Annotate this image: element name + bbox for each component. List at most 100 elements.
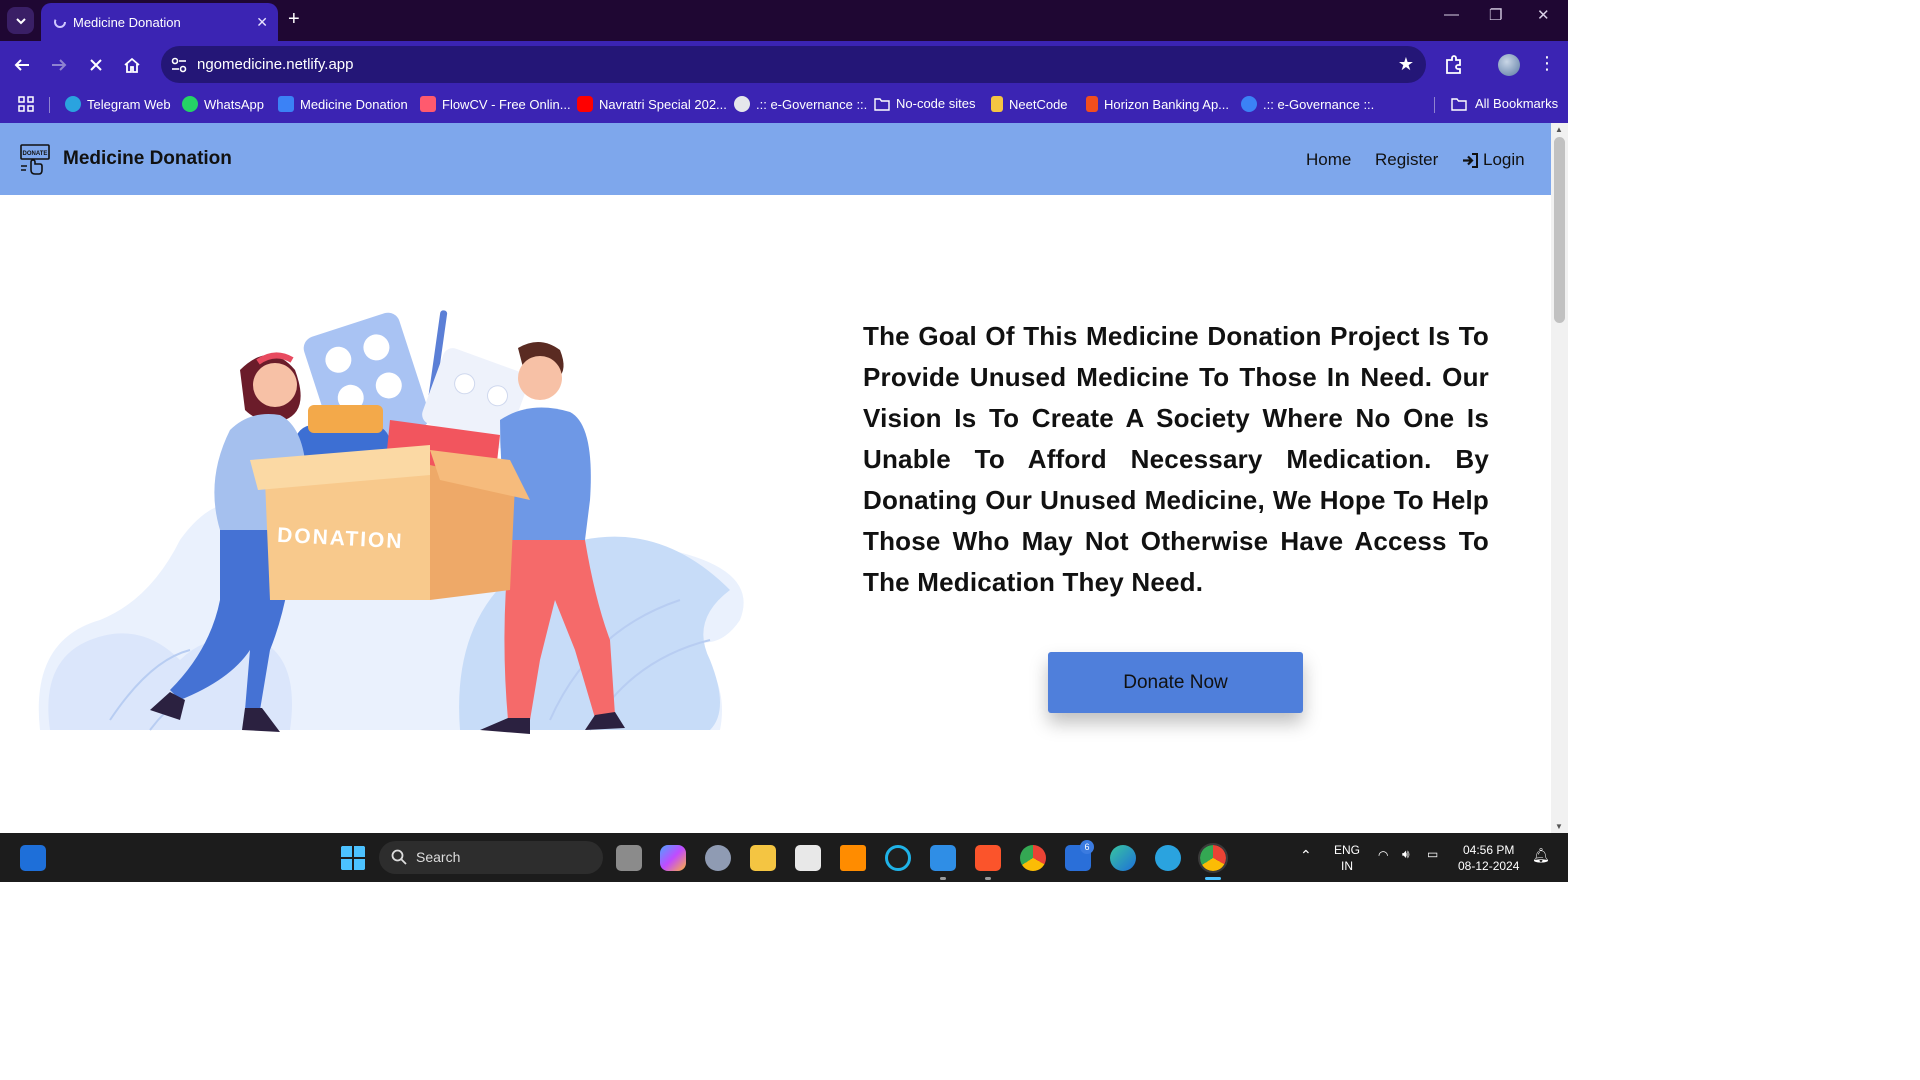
whatsapp-icon (182, 96, 198, 112)
browser-menu-icon[interactable]: ⋮ (1538, 53, 1556, 74)
site-info-icon[interactable] (169, 55, 189, 75)
alexa-icon[interactable] (885, 845, 911, 871)
wifi-icon[interactable]: ◠ (1378, 848, 1388, 862)
bookmark-label: WhatsApp (204, 96, 264, 112)
scrollbar-thumb[interactable] (1554, 137, 1565, 323)
nav-home-link[interactable]: Home (1306, 150, 1351, 170)
bookmark-flowcv[interactable]: FlowCV - Free Onlin... (420, 96, 571, 112)
forward-button[interactable] (47, 53, 71, 77)
donate-hand-icon[interactable]: DONATE (18, 142, 52, 176)
show-hidden-icons-chevron-icon[interactable]: ⌃ (1300, 847, 1312, 864)
bookmark-star-icon[interactable]: ★ (1398, 54, 1414, 75)
windows-start-icon[interactable] (340, 845, 366, 871)
home-button[interactable] (120, 53, 144, 77)
tab-search-button[interactable] (7, 7, 34, 34)
bookmarks-separator (1434, 97, 1435, 113)
folder-icon (874, 97, 890, 111)
sign-in-icon (1463, 152, 1478, 168)
bookmark-folder-no-code-sites[interactable]: No-code sites (874, 96, 975, 111)
close-tab-icon[interactable]: ✕ (256, 14, 268, 31)
bookmark-label: Horizon Banking Ap... (1104, 96, 1230, 112)
brave-browser-icon[interactable] (975, 845, 1001, 871)
bookmark-e-governance-2[interactable]: .:: e-Governance ::. (1241, 96, 1374, 112)
file-explorer-icon[interactable] (750, 845, 776, 871)
battery-icon[interactable]: ▭ (1427, 847, 1438, 861)
address-bar[interactable]: ngomedicine.netlify.app ★ (161, 46, 1426, 83)
chrome-active-icon[interactable] (1198, 843, 1228, 873)
all-bookmarks-button[interactable]: All Bookmarks (1451, 96, 1558, 111)
new-tab-button[interactable]: + (288, 8, 300, 31)
nav-login-label: Login (1483, 150, 1525, 169)
extensions-icon[interactable] (1443, 54, 1465, 76)
minimize-button[interactable]: — (1444, 6, 1459, 23)
arrow-right-icon (52, 59, 67, 71)
task-view-icon[interactable] (616, 845, 642, 871)
edge-icon[interactable] (1110, 845, 1136, 871)
language-indicator[interactable]: ENG IN (1334, 842, 1360, 874)
youtube-icon (577, 96, 593, 112)
telegram-icon (65, 96, 81, 112)
widgets-icon[interactable] (20, 845, 46, 871)
back-button[interactable] (10, 53, 34, 77)
bookmarks-bar: Telegram Web WhatsApp Medicine Donation … (0, 88, 1568, 123)
settings-gear-icon[interactable] (705, 845, 731, 871)
all-bookmarks-label: All Bookmarks (1475, 96, 1559, 111)
bookmark-label: Navratri Special 202... (599, 96, 727, 112)
taskbar-search-box[interactable]: Search (379, 841, 603, 874)
mission-statement: The Goal Of This Medicine Donation Proje… (863, 321, 1489, 597)
restore-button[interactable]: ❐ (1489, 6, 1502, 24)
telegram-icon[interactable] (1155, 845, 1181, 871)
scroll-up-arrow-icon[interactable]: ▲ (1555, 125, 1563, 134)
browser-tab-strip: Medicine Donation ✕ + — ❐ ✕ (0, 0, 1568, 41)
active-indicator (1205, 877, 1221, 880)
site-brand-title[interactable]: Medicine Donation (63, 148, 232, 170)
vscode-icon[interactable] (930, 845, 956, 871)
bookmarks-separator (49, 97, 50, 113)
loading-favicon-icon (54, 16, 66, 28)
profile-avatar[interactable] (1498, 54, 1520, 76)
globe-icon (1241, 96, 1257, 112)
globe-icon (734, 96, 750, 112)
neetcode-icon (991, 96, 1003, 112)
mail-badge: 6 (1080, 840, 1094, 854)
close-icon (90, 59, 102, 71)
medicine-jar-lid (308, 405, 383, 433)
scroll-down-arrow-icon[interactable]: ▼ (1555, 822, 1563, 831)
taskbar-search-placeholder: Search (416, 849, 461, 865)
donate-now-button[interactable]: Donate Now (1048, 652, 1303, 713)
folder-icon (1451, 97, 1467, 111)
bookmark-label: Medicine Donation (300, 96, 408, 112)
flowcv-icon (420, 96, 436, 112)
bookmark-neetcode[interactable]: NeetCode (991, 96, 1068, 112)
page-scrollbar[interactable]: ▲ ▼ (1551, 123, 1568, 833)
stop-loading-button[interactable] (84, 53, 108, 77)
running-indicator (985, 877, 991, 880)
bookmark-e-governance-1[interactable]: .:: e-Governance ::. (734, 96, 867, 112)
clock[interactable]: 04:56 PM 08-12-2024 (1458, 842, 1519, 874)
url-text[interactable]: ngomedicine.netlify.app (197, 56, 354, 73)
close-window-button[interactable]: ✕ (1537, 6, 1550, 24)
chrome-icon[interactable] (1020, 845, 1046, 871)
copilot-icon[interactable] (660, 845, 686, 871)
bookmark-label: .:: e-Governance ::. (1263, 96, 1375, 112)
vlc-icon[interactable] (840, 845, 866, 871)
bookmark-label: No-code sites (896, 96, 976, 111)
microsoft-store-icon[interactable] (795, 845, 821, 871)
apps-grid-icon[interactable] (18, 96, 34, 112)
arrow-left-icon (14, 59, 29, 71)
bookmark-navratri-special[interactable]: Navratri Special 202... (577, 96, 727, 112)
bookmark-telegram-web[interactable]: Telegram Web (65, 96, 171, 112)
nav-login-link[interactable]: Login (1462, 150, 1525, 170)
notification-bell-icon[interactable]: 🔔︎ (1532, 847, 1550, 864)
clock-date: 08-12-2024 (1458, 859, 1520, 873)
bookmark-horizon-banking[interactable]: Horizon Banking Ap... (1086, 96, 1229, 112)
nav-register-link[interactable]: Register (1375, 150, 1438, 170)
bookmark-label: Telegram Web (87, 96, 171, 112)
search-icon (391, 849, 407, 865)
tab-medicine-donation[interactable]: Medicine Donation ✕ (41, 3, 278, 41)
volume-icon[interactable]: 🔊︎ (1402, 847, 1410, 862)
bookmark-label: .:: e-Governance ::. (756, 96, 868, 112)
donation-illustration: DONATION (38, 310, 744, 734)
bookmark-whatsapp[interactable]: WhatsApp (182, 96, 264, 112)
bookmark-medicine-donation[interactable]: Medicine Donation (278, 96, 408, 112)
